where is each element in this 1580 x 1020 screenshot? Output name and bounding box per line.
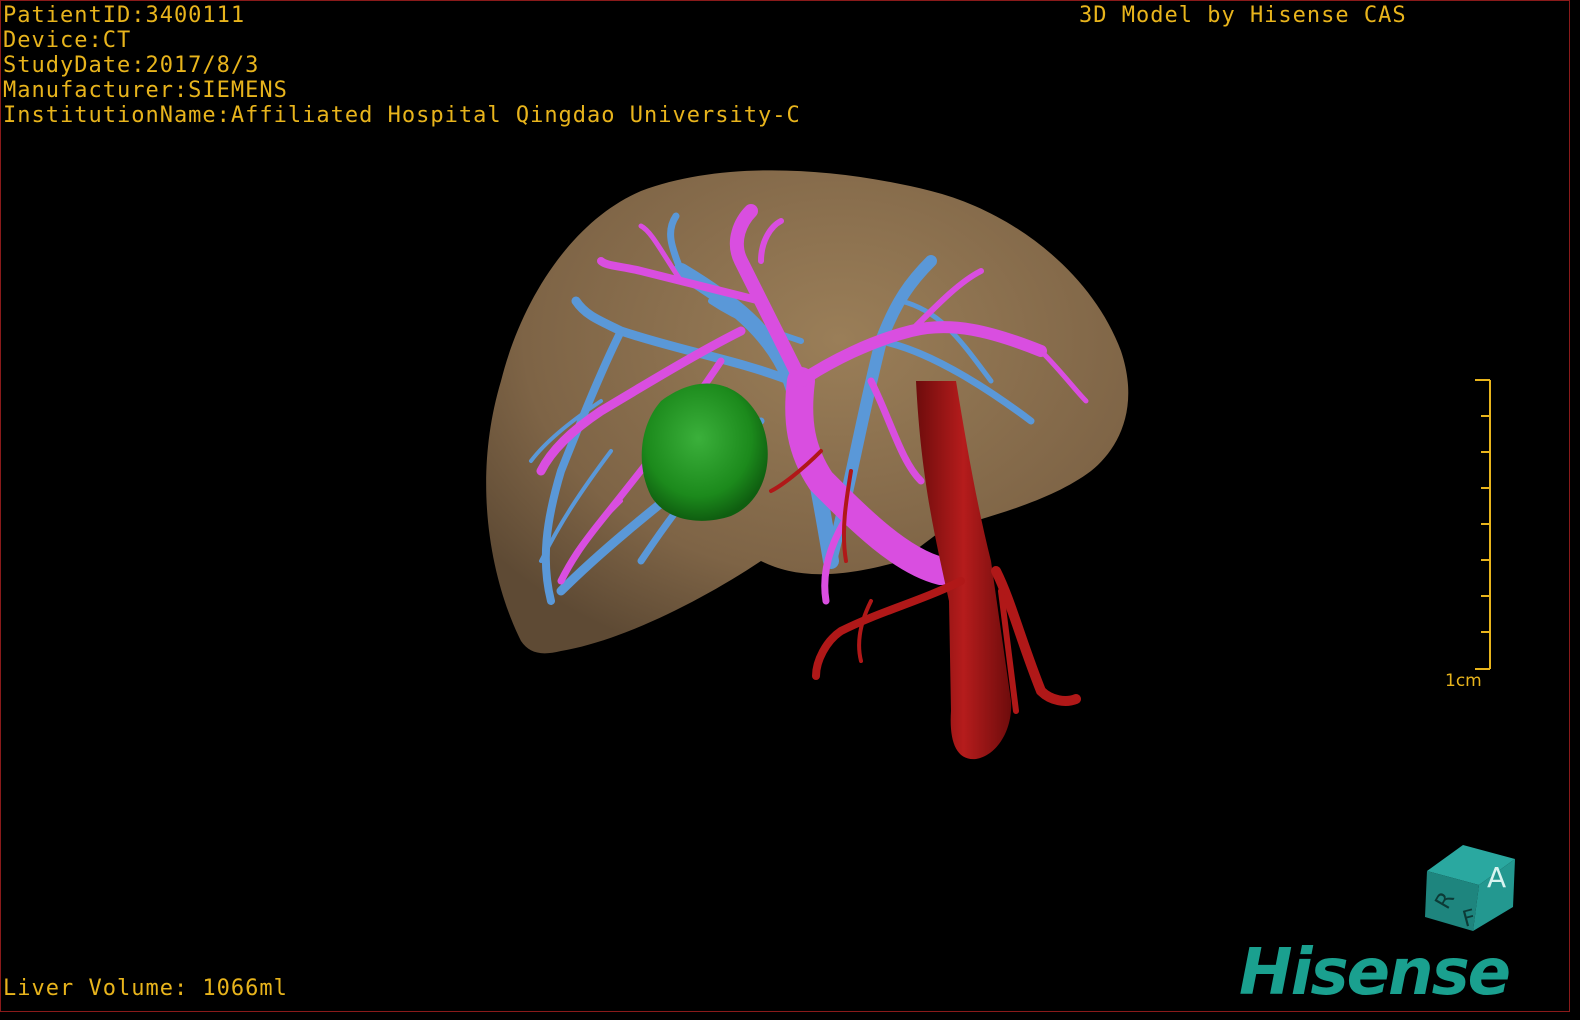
- tumor: [641, 383, 768, 521]
- hisense-logo: Hisense: [1239, 936, 1511, 1010]
- patient-id-text: PatientID:3400111: [3, 3, 246, 28]
- liver-volume-text: Liver Volume: 1066ml: [3, 976, 288, 1001]
- 3d-viewport[interactable]: PatientID:3400111 Device:CT StudyDate:20…: [0, 0, 1570, 1012]
- liver-3d-model[interactable]: [1, 1, 1569, 1011]
- study-date-text: StudyDate:2017/8/3: [3, 53, 260, 78]
- scale-bar: [1475, 379, 1491, 670]
- orientation-cube-icon[interactable]: A R F: [1421, 839, 1521, 934]
- model-credit-text: 3D Model by Hisense CAS: [1079, 3, 1407, 28]
- device-text: Device:CT: [3, 28, 132, 53]
- manufacturer-text: Manufacturer:SIEMENS: [3, 78, 288, 103]
- institution-text: InstitutionName:Affiliated Hospital Qing…: [3, 103, 801, 128]
- cube-face-a: A: [1487, 861, 1506, 894]
- dicom-info-overlay: PatientID:3400111 Device:CT StudyDate:20…: [3, 3, 801, 128]
- scale-label: 1cm: [1445, 671, 1482, 691]
